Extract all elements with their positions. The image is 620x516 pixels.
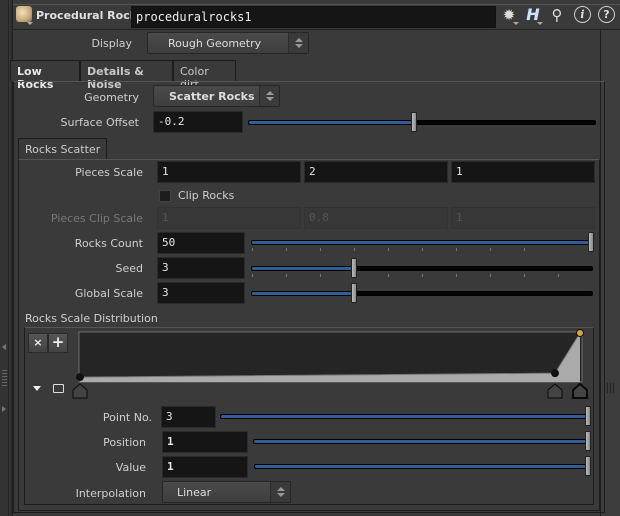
rocks-count-field[interactable]: 50 [157,232,245,254]
position-label: Position [103,436,146,449]
position-field[interactable]: 1 [162,431,248,453]
ramp-editor[interactable] [72,328,594,400]
geometry-menu[interactable]: Scatter Rocks [153,85,280,107]
slider-handle[interactable] [351,283,357,303]
point-no-label: Point No. [102,411,152,424]
delete-point-button[interactable]: × [28,333,48,353]
rocks-count-slider[interactable] [251,232,594,252]
surface-offset-field[interactable]: -0.2 [153,111,243,133]
value-field[interactable]: 1 [162,456,248,478]
houdini-dropdown-icon[interactable] [537,22,543,25]
ramp-point[interactable] [576,329,584,337]
interpolation-label: Interpolation [75,487,146,500]
rocks-count-label: Rocks Count [74,237,143,250]
slider-handle[interactable] [585,431,591,451]
slider-handle[interactable] [411,112,417,132]
position-slider[interactable] [253,431,591,451]
slider-fill [252,292,354,295]
ramp-point-marker[interactable] [547,383,563,399]
slider-handle[interactable] [351,258,357,278]
search-icon[interactable]: ⚲ [548,6,566,24]
node-type-label: Procedural Rocks [36,9,144,22]
pieces-scale-x-field[interactable]: 1 [157,161,301,183]
seed-label: Seed [115,262,144,275]
slider-handle[interactable] [585,456,591,476]
ramp-point-marker[interactable] [572,382,588,399]
tab-rocks-scatter[interactable]: Rocks Scatter [18,138,108,159]
tab-color-dirt[interactable]: Color dirt [173,60,236,91]
global-scale-label: Global Scale [74,287,143,300]
slider-handle[interactable] [585,406,591,426]
help-icon[interactable]: ? [598,6,615,23]
ramp-label: Rocks Scale Distribution [25,312,158,325]
seed-slider[interactable] [251,258,593,278]
slider-handle[interactable] [588,232,594,252]
surface-offset-slider[interactable] [248,112,596,132]
display-menu-value: Rough Geometry [168,37,262,50]
info-icon[interactable]: i [574,6,591,23]
gear-dropdown-icon[interactable] [513,22,519,25]
seed-field[interactable]: 3 [157,257,245,279]
menu-arrows-icon [259,86,279,106]
tab-low-rocks[interactable]: Low Rocks [10,60,80,91]
add-point-button[interactable]: + [48,333,68,353]
menu-arrows-icon [270,482,290,502]
slider-fill [254,440,587,443]
geometry-menu-value: Scatter Rocks [169,90,255,103]
tab-details-noise[interactable]: Details & Noise [80,60,173,91]
slider-fill [255,465,587,468]
display-menu[interactable]: Rough Geometry [147,32,309,54]
expand-arrow-icon[interactable] [2,406,6,412]
geometry-label: Geometry [84,91,139,104]
slider-fill [252,241,592,244]
node-name-field[interactable]: proceduralrocks1 [131,6,496,28]
menu-arrows-icon [288,33,308,53]
pieces-clip-scale-label: Pieces Clip Scale [50,212,143,225]
node-menu-arrow-icon[interactable] [27,22,33,25]
slider-ticks [252,274,592,277]
ramp-point[interactable] [76,373,84,382]
ramp-toggle-icon[interactable] [53,384,64,393]
surface-offset-label: Surface Offset [60,116,139,129]
slider-fill [221,415,587,418]
pieces-clip-scale-y-field: 0.8 [304,207,448,229]
scrollbar-grip-icon[interactable] [607,383,615,393]
pieces-scale-z-field[interactable]: 1 [451,161,595,183]
interpolation-menu-value: Linear [177,486,212,499]
value-label: Value [115,461,146,474]
global-scale-field[interactable]: 3 [157,282,245,304]
pieces-scale-y-field[interactable]: 2 [304,161,448,183]
node-icon[interactable] [16,6,32,22]
clip-rocks-label[interactable]: Clip Rocks [178,189,234,202]
pieces-clip-scale-x-field: 1 [157,207,301,229]
collapse-arrow-icon[interactable] [2,344,6,350]
pieces-scale-label: Pieces Scale [75,166,143,179]
value-slider[interactable] [254,456,591,476]
display-label: Display [91,37,132,50]
interpolation-menu[interactable]: Linear [162,481,291,503]
left-gutter [0,0,9,516]
ramp-point-marker[interactable] [72,383,88,399]
slider-fill [252,267,354,270]
ramp-expand-icon[interactable] [33,386,41,391]
point-no-field[interactable]: 3 [161,406,216,428]
point-no-slider[interactable] [220,406,591,426]
global-scale-slider[interactable] [251,283,593,303]
ramp-point[interactable] [551,369,559,378]
pane-grip-icon[interactable] [2,370,7,388]
clip-rocks-checkbox[interactable] [159,190,171,202]
slider-ticks [252,248,592,251]
pieces-clip-scale-z-field: 1 [451,207,595,229]
slider-fill [249,121,415,124]
